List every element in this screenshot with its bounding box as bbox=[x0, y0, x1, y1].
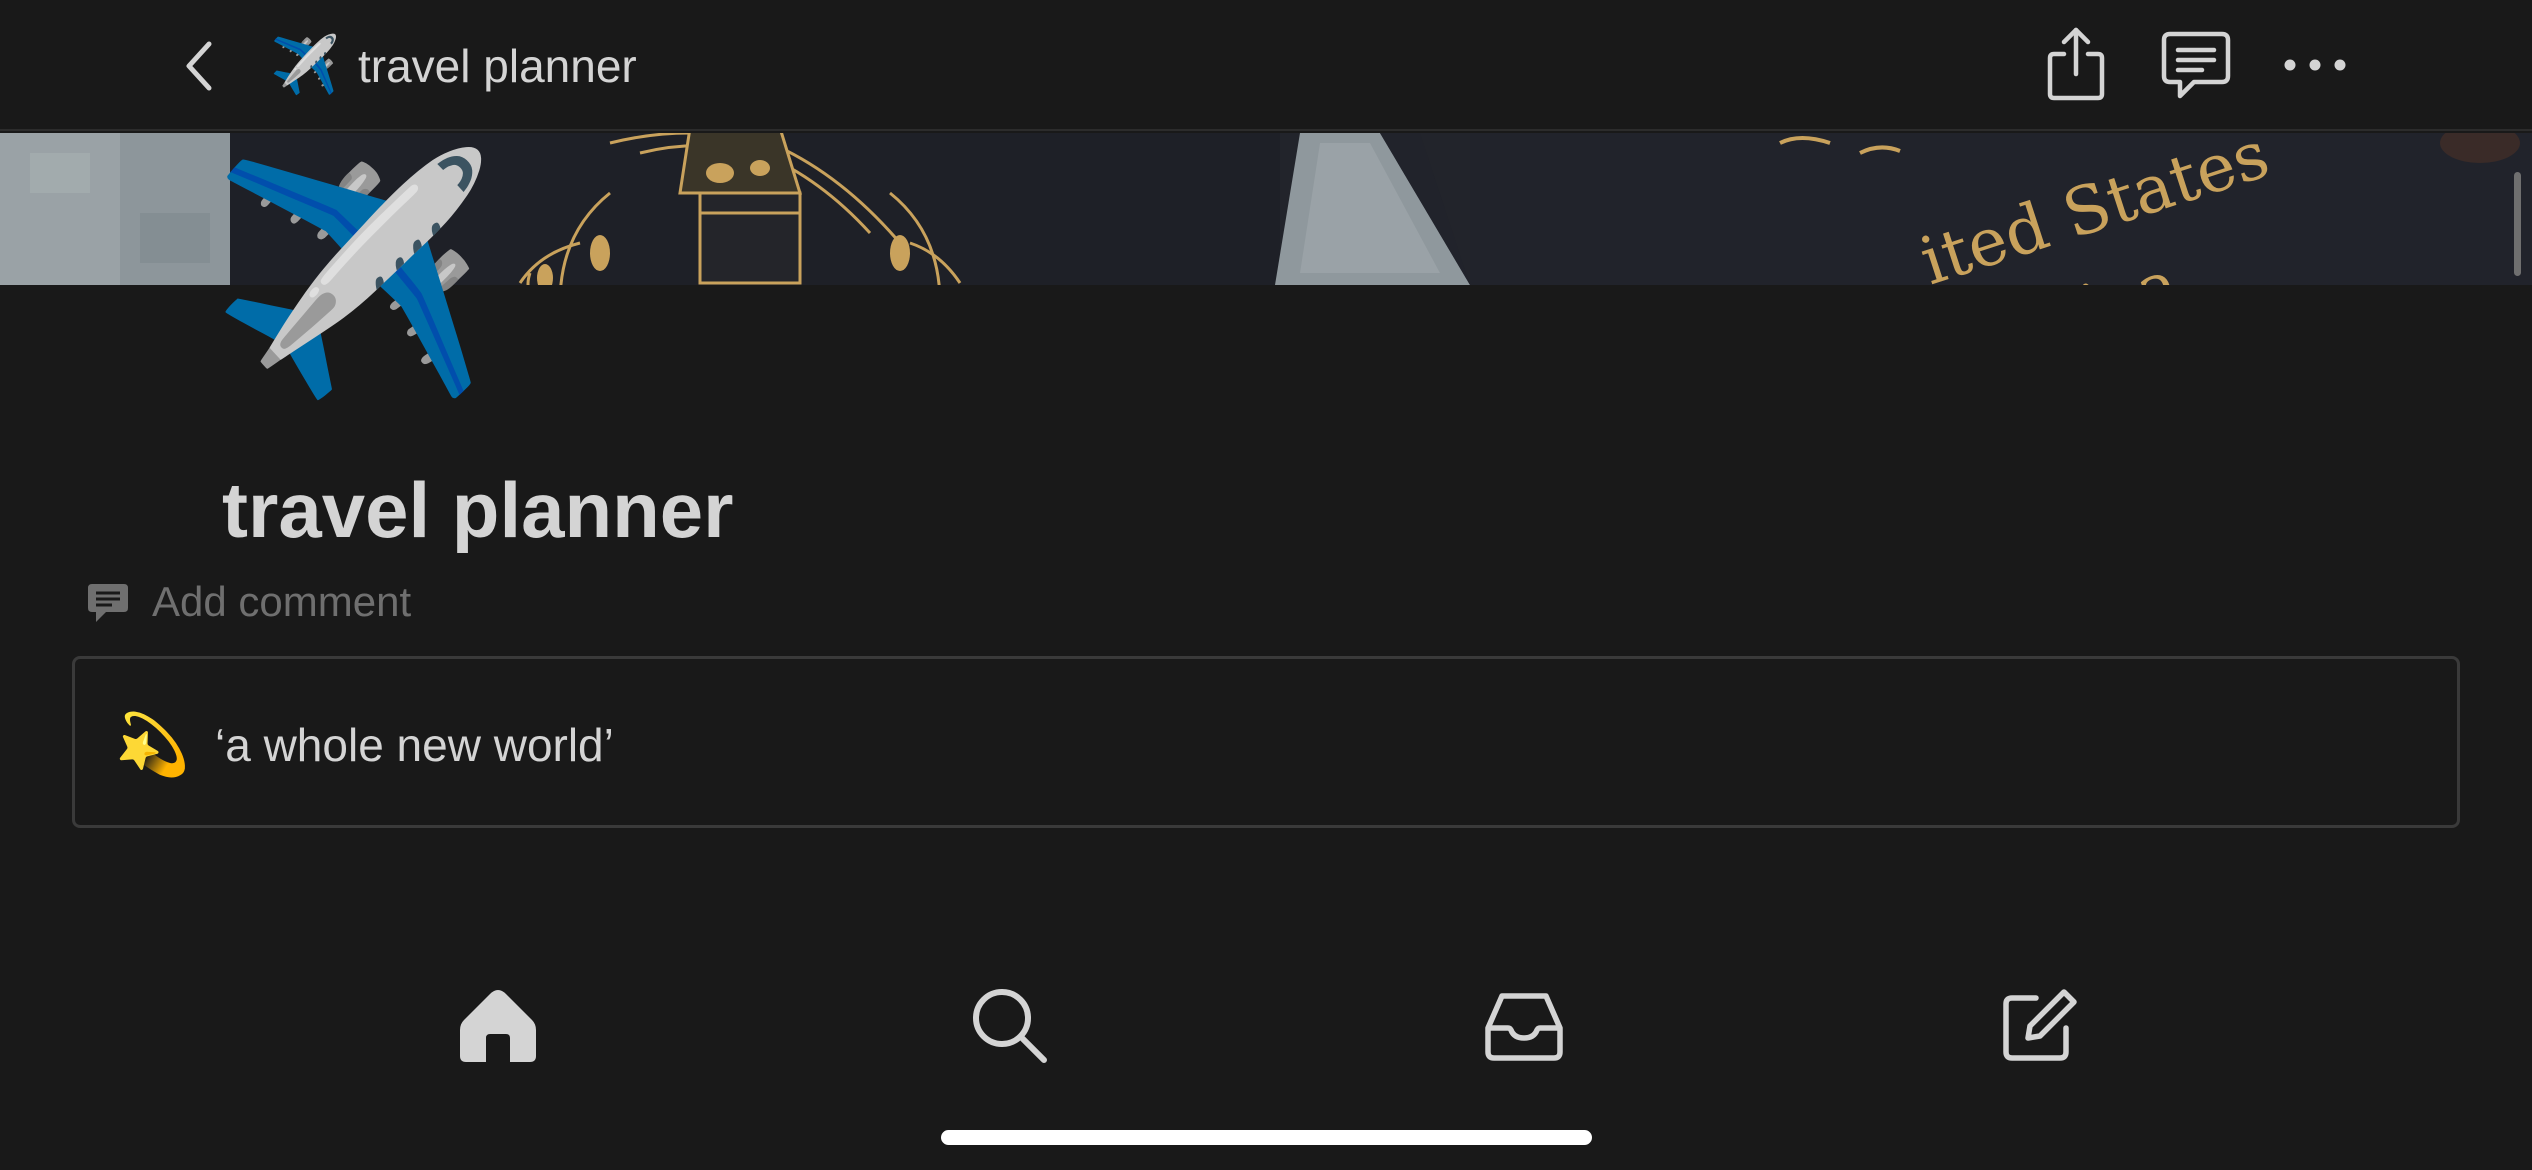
tab-new-page[interactable] bbox=[1996, 984, 2080, 1068]
chevron-left-icon bbox=[186, 41, 212, 91]
share-icon bbox=[2047, 27, 2105, 101]
callout-text[interactable]: ‘a whole new world’ bbox=[215, 715, 614, 775]
scrollbar-thumb[interactable] bbox=[2514, 172, 2521, 276]
tab-home[interactable] bbox=[456, 984, 540, 1068]
home-icon bbox=[460, 990, 536, 1062]
tab-search[interactable] bbox=[968, 984, 1052, 1068]
back-button[interactable] bbox=[175, 36, 225, 96]
more-options-button[interactable] bbox=[2280, 50, 2350, 80]
search-icon bbox=[973, 989, 1047, 1063]
add-comment-button[interactable]: Add comment bbox=[86, 572, 411, 632]
ellipsis-icon bbox=[2284, 59, 2346, 71]
tab-inbox[interactable] bbox=[1482, 984, 1566, 1068]
page-title[interactable]: travel planner bbox=[222, 462, 734, 558]
callout-emoji[interactable]: 💫 bbox=[115, 709, 190, 781]
bottom-tab-bar bbox=[0, 960, 2532, 1090]
share-button[interactable] bbox=[2042, 24, 2110, 104]
callout-block[interactable]: 💫 ‘a whole new world’ bbox=[72, 656, 2460, 828]
notion-page-screen: ✈️ travel planner ited States ✈️ travel … bbox=[0, 0, 2532, 1170]
comments-button[interactable] bbox=[2158, 28, 2234, 102]
comment-icon bbox=[2161, 31, 2231, 99]
inbox-icon bbox=[1485, 993, 1563, 1061]
comment-icon bbox=[88, 584, 128, 622]
home-indicator[interactable] bbox=[941, 1130, 1592, 1145]
nav-page-emoji: ✈️ bbox=[270, 33, 340, 96]
compose-icon bbox=[2003, 989, 2077, 1061]
add-comment-label: Add comment bbox=[152, 578, 412, 625]
nav-page-title[interactable]: travel planner bbox=[358, 36, 637, 96]
top-nav-bar: ✈️ travel planner bbox=[0, 0, 2532, 131]
page-icon[interactable]: ✈️ bbox=[210, 150, 496, 400]
